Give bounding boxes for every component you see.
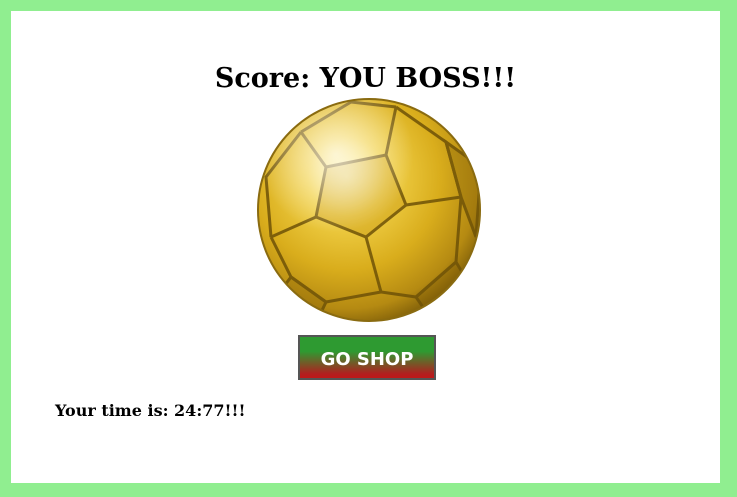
game-over-panel: Score: YOU BOSS!!! GO SHOP Your time is:… [11,11,720,483]
soccer-ball-graphic [257,98,481,322]
score-heading: Score: YOU BOSS!!! [214,63,517,94]
golden-soccer-ball-icon [256,97,482,323]
time-label: Your time is: 24:77!!! [55,401,246,420]
go-shop-button[interactable]: GO SHOP [298,335,436,380]
